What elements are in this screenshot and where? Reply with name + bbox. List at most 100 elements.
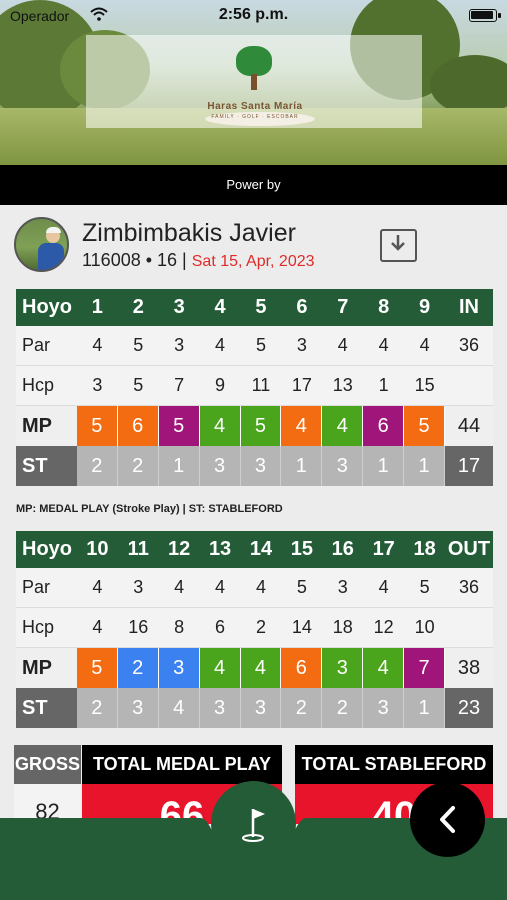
hcp-cell-hole-6: 17 bbox=[291, 375, 312, 395]
header-cell-hole-9: 9 bbox=[419, 296, 431, 318]
player-id-handicap: 116008 • 16 | bbox=[82, 250, 187, 270]
front-hcp-row: Hcp 3 5 7 9 11 17 13 1 15 bbox=[16, 366, 493, 406]
par-cell-hole-5: 5 bbox=[255, 335, 266, 355]
hcp-cell-hole-3: 7 bbox=[174, 375, 185, 395]
mp-cell-hole-5: 5 bbox=[240, 406, 282, 446]
header-cell-hole-11: 11 bbox=[127, 538, 149, 560]
score-legend: MP: MEDAL PLAY (Stroke Play) | ST: STABL… bbox=[16, 503, 283, 515]
header-cell-hole-4: 4 bbox=[214, 296, 226, 318]
hcp-cell-hole-18: 10 bbox=[414, 617, 435, 637]
mp-cell-hole-4: 4 bbox=[199, 406, 241, 446]
hcp-cell-hole-15: 14 bbox=[291, 617, 312, 637]
hcp-cell-hole-10: 4 bbox=[92, 617, 103, 637]
st-cell-hole-5: 3 bbox=[241, 446, 282, 486]
par-cell-hole-12: 4 bbox=[174, 577, 185, 597]
hcp-cell-hole-8: 1 bbox=[378, 375, 389, 395]
avatar bbox=[14, 217, 69, 272]
par-cell-hole-14: 4 bbox=[255, 577, 266, 597]
hcp-cell-hole-11: 16 bbox=[128, 617, 149, 637]
header-cell-hole-7: 7 bbox=[337, 296, 349, 318]
par-cell-hole-16: 3 bbox=[337, 577, 348, 597]
front-header-row: Hoyo 1 2 3 4 5 6 7 8 9 IN bbox=[16, 289, 493, 326]
back-nine-scorecard: Hoyo 10 11 12 13 14 15 16 17 18 OUT Par 4 3 4 4 4 5 3 4 5 36… bbox=[16, 531, 493, 728]
header-cell-hole-12: 12 bbox=[168, 538, 191, 560]
st-cell-hole-1: 2 bbox=[77, 446, 118, 486]
hcp-cell-hole-5: 11 bbox=[251, 375, 271, 395]
mp-cell-hole-13: 4 bbox=[199, 648, 241, 688]
header-total-cell: IN bbox=[458, 296, 479, 318]
club-logo-tree-icon bbox=[236, 46, 272, 76]
hcp-total-cell bbox=[445, 366, 493, 405]
header-cell-hole-1: 1 bbox=[91, 296, 103, 318]
front-par-row: Par 4 5 3 4 5 3 4 4 4 36 bbox=[16, 326, 493, 366]
club-logo-title: Haras Santa María bbox=[207, 101, 303, 112]
mp-cell-hole-6: 4 bbox=[281, 406, 323, 446]
st-cell-hole-4: 3 bbox=[200, 446, 241, 486]
header-cell-hole-16: 16 bbox=[331, 538, 354, 560]
par-cell-hole-1: 4 bbox=[92, 335, 103, 355]
st-cell-hole-3: 1 bbox=[159, 446, 200, 486]
header-row-label: Hoyo bbox=[22, 296, 72, 318]
mp-cell-hole-8: 6 bbox=[363, 406, 405, 446]
hcp-cell-hole-17: 12 bbox=[373, 617, 394, 637]
par-cell-hole-2: 5 bbox=[133, 335, 144, 355]
st-cell-hole-14: 3 bbox=[241, 688, 282, 728]
download-button[interactable] bbox=[380, 229, 417, 262]
golf-flag-icon bbox=[242, 809, 265, 842]
par-cell-hole-7: 4 bbox=[337, 335, 348, 355]
st-cell-hole-17: 3 bbox=[363, 688, 405, 728]
header-cell-hole-6: 6 bbox=[296, 296, 308, 318]
hcp-cell-hole-12: 8 bbox=[174, 617, 185, 637]
mp-cell-hole-3: 5 bbox=[158, 406, 200, 446]
club-logo-tagline: FAMILY · GOLF · ESCOBAR bbox=[211, 114, 299, 120]
total-medal-play-label: TOTAL MEDAL PLAY bbox=[82, 745, 282, 784]
par-cell-hole-15: 5 bbox=[296, 577, 307, 597]
par-total-cell: 36 bbox=[458, 577, 479, 597]
st-cell-hole-16: 2 bbox=[322, 688, 364, 728]
par-row-label: Par bbox=[22, 335, 51, 355]
st-cell-hole-9: 1 bbox=[404, 446, 446, 486]
mp-cell-hole-14: 4 bbox=[240, 648, 282, 688]
scorecard-nav-button[interactable] bbox=[211, 781, 296, 866]
hcp-row-label: Hcp bbox=[22, 375, 55, 395]
chevron-left-icon bbox=[440, 806, 455, 833]
mp-cell-hole-1: 5 bbox=[76, 406, 118, 446]
back-button[interactable] bbox=[410, 782, 485, 857]
mp-cell-hole-18: 7 bbox=[404, 648, 446, 688]
mp-row-label: MP bbox=[22, 414, 52, 437]
par-cell-hole-18: 5 bbox=[419, 577, 430, 597]
st-cell-hole-15: 2 bbox=[281, 688, 323, 728]
mp-cell-hole-16: 3 bbox=[322, 648, 364, 688]
st-cell-hole-7: 3 bbox=[322, 446, 364, 486]
st-cell-hole-8: 1 bbox=[363, 446, 405, 486]
st-cell-hole-10: 2 bbox=[77, 688, 118, 728]
back-hcp-row: Hcp 4 16 8 6 2 14 18 12 10 bbox=[16, 608, 493, 648]
back-header-row: Hoyo 10 11 12 13 14 15 16 17 18 OUT bbox=[16, 531, 493, 568]
status-time: 2:56 p.m. bbox=[218, 6, 289, 23]
st-cell-hole-11: 3 bbox=[118, 688, 159, 728]
par-row-label: Par bbox=[22, 577, 51, 597]
mp-total-cell: 38 bbox=[445, 648, 493, 688]
hcp-cell-hole-1: 3 bbox=[92, 375, 103, 395]
battery-icon bbox=[469, 9, 501, 22]
st-row-label: ST bbox=[16, 688, 77, 728]
front-nine-scorecard: Hoyo 1 2 3 4 5 6 7 8 9 IN Par 4 5 3 4 5 3 4 4 4 36 Hcp 3 5 7 9 11… bbox=[16, 289, 493, 486]
back-st-row: ST 2 3 4 3 3 2 2 3 1 23 bbox=[16, 688, 493, 728]
header-cell-hole-3: 3 bbox=[173, 296, 185, 318]
mp-cell-hole-12: 3 bbox=[158, 648, 200, 688]
hcp-cell-hole-16: 18 bbox=[332, 617, 353, 637]
mp-cell-hole-17: 4 bbox=[363, 648, 405, 688]
player-name: Zimbimbakis Javier bbox=[82, 219, 296, 247]
header-cell-hole-18: 18 bbox=[413, 538, 436, 560]
st-cell-hole-6: 1 bbox=[281, 446, 323, 486]
back-par-row: Par 4 3 4 4 4 5 3 4 5 36 bbox=[16, 568, 493, 608]
player-info: 116008 • 16 | Sat 15, Apr, 2023 bbox=[82, 250, 315, 271]
hcp-total-cell bbox=[445, 608, 493, 647]
st-total-cell: 23 bbox=[445, 688, 493, 728]
status-bar: Operador 2:56 p.m. bbox=[0, 5, 507, 25]
st-cell-hole-13: 3 bbox=[200, 688, 241, 728]
par-cell-hole-9: 4 bbox=[419, 335, 430, 355]
header-total-cell: OUT bbox=[447, 538, 491, 560]
hcp-cell-hole-7: 13 bbox=[332, 375, 353, 395]
header-cell-hole-13: 13 bbox=[208, 538, 232, 560]
